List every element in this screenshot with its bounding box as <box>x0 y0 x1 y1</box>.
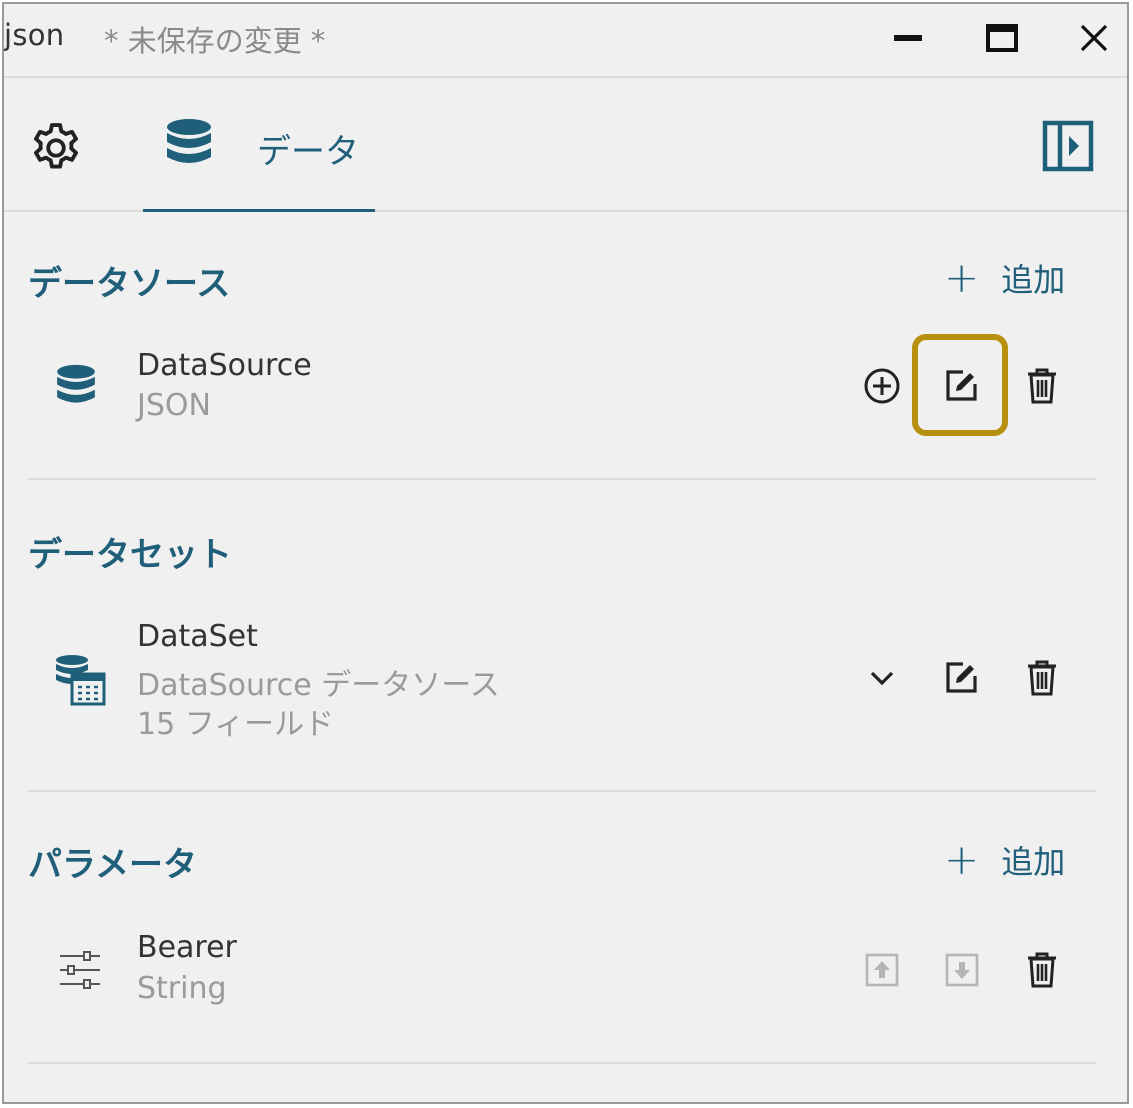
delete-parameter-button[interactable] <box>1020 948 1064 992</box>
move-up-icon <box>865 953 899 987</box>
close-button[interactable] <box>1066 14 1122 62</box>
tab-data-label: データ <box>257 132 359 172</box>
tab-bar: データ <box>4 78 1127 212</box>
active-tab-indicator <box>143 209 375 212</box>
chevron-down-icon <box>870 671 894 686</box>
edit-dataset-button[interactable] <box>939 656 983 700</box>
delete-datasource-button[interactable] <box>1020 364 1064 408</box>
tab-settings[interactable] <box>24 116 88 180</box>
panel-toggle-button[interactable] <box>1038 116 1098 176</box>
close-icon <box>1080 24 1108 52</box>
section-divider <box>28 1062 1096 1064</box>
add-dataset-button[interactable] <box>860 364 904 408</box>
minimize-icon <box>894 35 922 41</box>
expand-dataset-button[interactable] <box>860 656 904 700</box>
panel-toggle-icon <box>1042 120 1094 172</box>
add-parameter-button[interactable]: + 追加 <box>944 837 1065 883</box>
dataset-name: DataSet <box>137 619 258 654</box>
plus-icon: + <box>944 835 980 884</box>
dataset-source: DataSource データソース <box>137 668 500 703</box>
move-parameter-down-button[interactable] <box>940 948 984 992</box>
app-window: json * 未保存の変更 * データ データソース + 追加 DataSour… <box>2 2 1129 1104</box>
section-divider <box>28 790 1096 792</box>
parameter-type: String <box>137 971 227 1006</box>
unsaved-changes-indicator: * 未保存の変更 * <box>104 24 326 58</box>
trash-icon <box>1028 660 1056 696</box>
section-divider <box>28 478 1096 480</box>
database-icon <box>167 119 211 163</box>
minimize-button[interactable] <box>880 14 936 62</box>
title-bar: json * 未保存の変更 * <box>4 4 1127 78</box>
datasource-section-title: データソース <box>28 264 231 304</box>
maximize-icon <box>986 24 1018 52</box>
edit-icon <box>946 662 977 693</box>
parameter-section-title: パラメータ <box>28 845 197 885</box>
datasource-name: DataSource <box>137 348 312 383</box>
add-datasource-button[interactable]: + 追加 <box>944 255 1065 301</box>
datasource-type: JSON <box>137 388 211 423</box>
gear-icon <box>34 123 78 169</box>
edit-highlight-frame <box>912 334 1008 436</box>
parameter-name: Bearer <box>137 930 237 965</box>
delete-dataset-button[interactable] <box>1020 656 1064 700</box>
add-datasource-label: 追加 <box>1001 261 1066 299</box>
plus-icon: + <box>944 253 980 302</box>
window-title: json <box>4 18 65 52</box>
trash-icon <box>1028 368 1056 404</box>
tab-data[interactable]: データ <box>143 78 375 212</box>
move-down-icon <box>945 953 979 987</box>
add-parameter-label: 追加 <box>1001 843 1066 881</box>
dataset-field-count: 15 フィールド <box>137 707 335 742</box>
maximize-button[interactable] <box>974 14 1030 62</box>
add-circle-icon <box>864 368 900 404</box>
dataset-section-title: データセット <box>28 535 232 575</box>
database-icon <box>57 364 95 403</box>
move-parameter-up-button[interactable] <box>860 948 904 992</box>
trash-icon <box>1028 952 1056 988</box>
sliders-icon <box>60 951 100 989</box>
dataset-table-icon <box>56 655 106 706</box>
